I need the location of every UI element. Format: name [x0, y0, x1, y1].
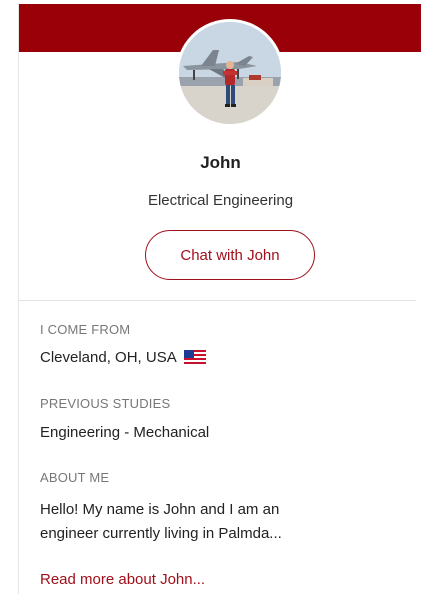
- studies-label: PREVIOUS STUDIES: [40, 396, 171, 411]
- avatar: [176, 19, 284, 127]
- about-label: ABOUT ME: [40, 470, 110, 485]
- from-label: I COME FROM: [40, 322, 131, 337]
- from-value: Cleveland, OH, USA: [40, 349, 176, 366]
- avatar-photo-icon: [179, 22, 281, 124]
- about-line: Hello! My name is John and I am an: [40, 501, 280, 518]
- us-flag-icon: [184, 350, 207, 368]
- profile-program: Electrical Engineering: [147, 192, 294, 209]
- from-value-row: Cleveland, OH, USA: [40, 349, 207, 368]
- chat-button[interactable]: Chat with John: [145, 230, 315, 280]
- profile-card: John Electrical Engineering Chat with Jo…: [18, 4, 421, 594]
- about-line: engineer currently living in Palmda...: [40, 525, 282, 542]
- read-more-link[interactable]: Read more about John...: [40, 571, 205, 588]
- about-text: Hello! My name is John and I am an engin…: [40, 498, 410, 546]
- divider: [19, 300, 416, 301]
- studies-value: Engineering - Mechanical: [40, 424, 210, 441]
- profile-name: John: [200, 153, 241, 172]
